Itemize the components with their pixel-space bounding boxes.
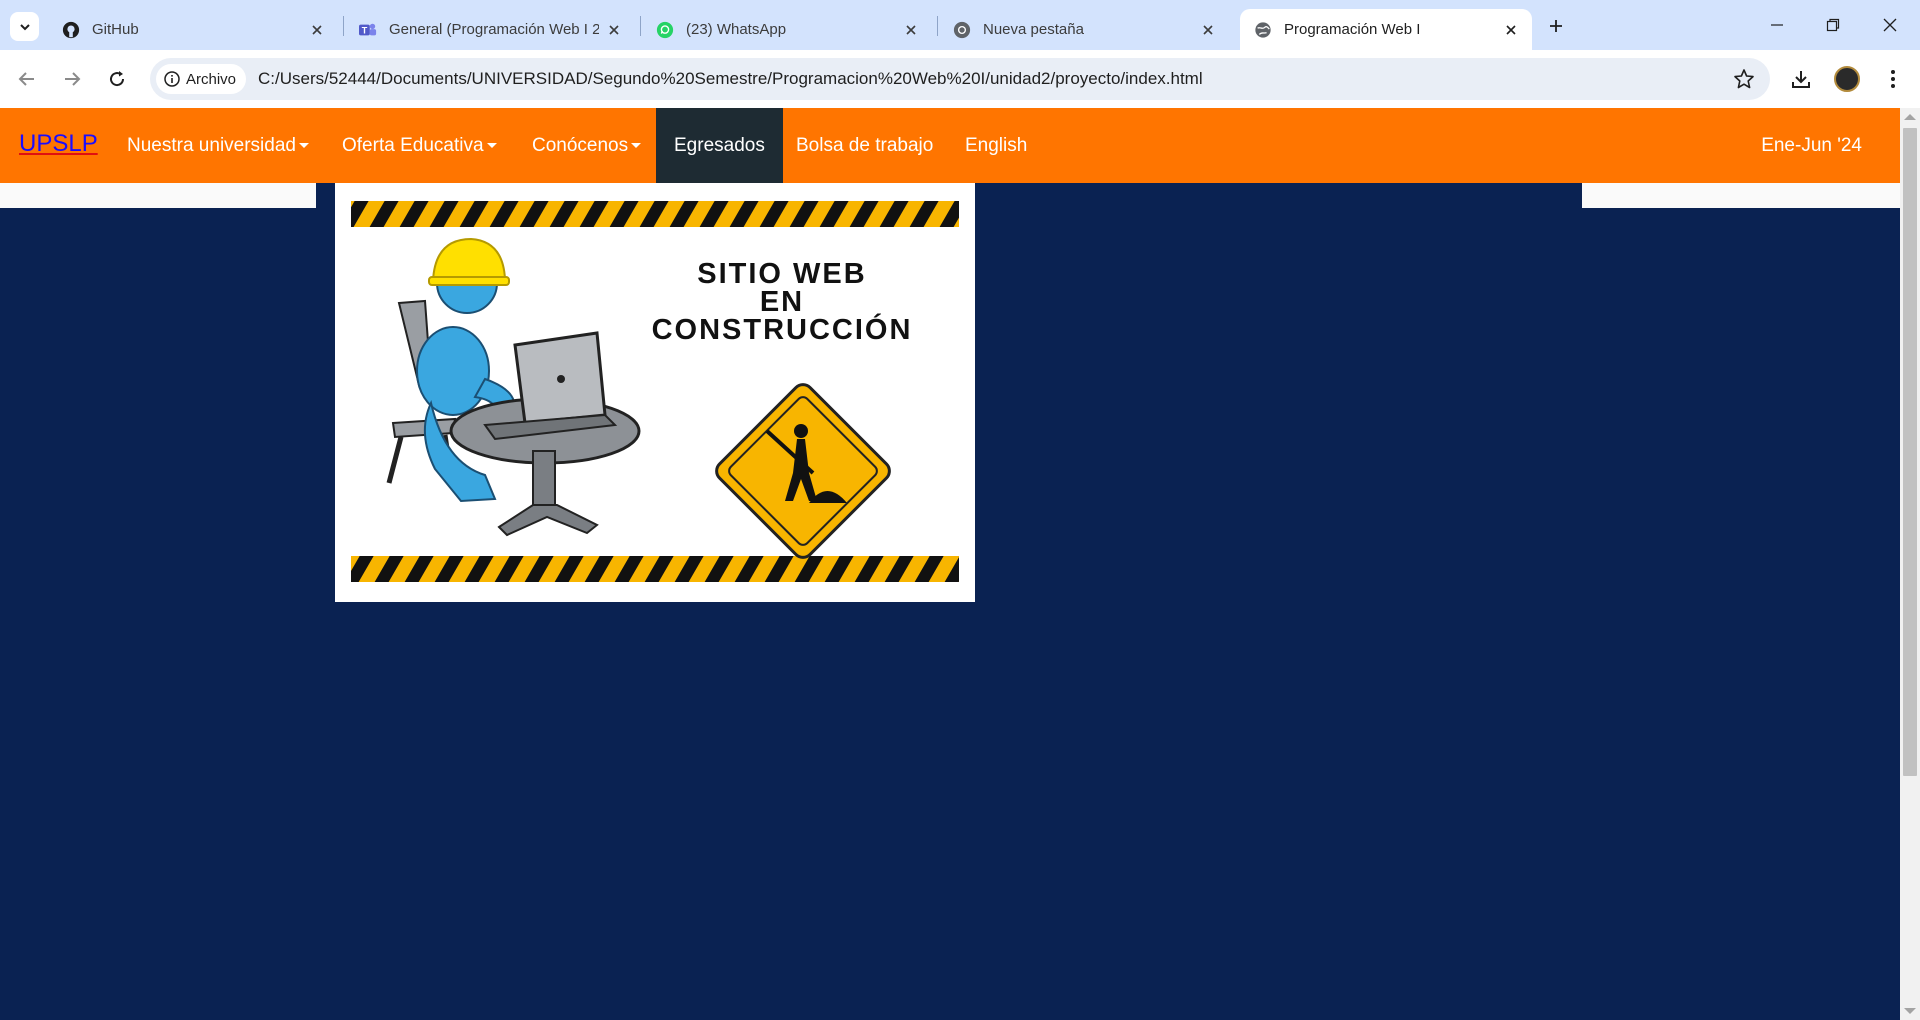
tab-separator [640,16,641,36]
download-icon [1792,71,1810,88]
close-icon[interactable] [1199,21,1217,39]
arrow-right-icon [65,72,81,86]
under-construction-banner: SITIO WEB EN CONSTRUCCIÓN [335,183,975,602]
term-label: Ene-Jun '24 [1761,135,1862,156]
whatsapp-icon [656,21,674,39]
menu-button[interactable] [1878,64,1908,94]
arrow-left-icon [18,72,34,86]
svg-text:T: T [362,25,368,35]
tab-title: (23) WhatsApp [686,21,787,38]
site-navbar: UPSLP Nuestra universidad Oferta Educati… [0,108,1900,183]
tab-strip: GitHub T General (Programación Web I 2… … [0,0,1920,50]
site-info-chip[interactable]: Archivo [156,64,247,94]
back-button[interactable] [12,64,42,94]
nav-bolsa-de-trabajo[interactable]: Bolsa de trabajo [796,108,933,183]
tab-github[interactable]: GitHub [48,9,338,50]
nav-english[interactable]: English [965,108,1027,183]
reload-icon [110,71,125,87]
brand-link[interactable]: UPSLP [19,130,98,158]
close-icon[interactable] [1502,21,1520,39]
github-icon [62,21,80,39]
close-icon[interactable] [902,21,920,39]
scrollbar-thumb[interactable] [1903,128,1917,776]
nav-label: Oferta Educativa [342,135,484,156]
nav-label: English [965,135,1028,156]
tab-programacion-web[interactable]: Programación Web I [1240,9,1532,50]
nav-label: Conócenos [532,135,629,156]
restore-icon [1826,18,1840,32]
minimize-icon [1771,24,1783,26]
hazard-stripe-top [351,201,959,227]
caret-down-icon [486,143,497,149]
avatar [1834,66,1860,92]
close-icon[interactable] [605,21,623,39]
caret-down-icon [298,143,309,149]
url-text[interactable]: C:/Users/52444/Documents/UNIVERSIDAD/Seg… [258,58,1203,100]
hazard-stripe-bottom [351,556,959,582]
address-bar[interactable]: Archivo C:/Users/52444/Documents/UNIVERS… [150,58,1770,100]
tab-new-tab[interactable]: Nueva pestaña [939,9,1229,50]
new-tab-button[interactable] [1543,13,1569,39]
tab-teams[interactable]: T General (Programación Web I 2… [345,9,635,50]
chevron-down-icon [19,23,30,30]
reload-button[interactable] [102,64,132,94]
chrome-icon [953,21,971,39]
minimize-button[interactable] [1749,0,1805,50]
construction-sign-icon [715,383,891,559]
close-icon [1883,18,1897,32]
page-viewport: UPSLP Nuestra universidad Oferta Educati… [0,108,1900,1020]
globe-icon [1254,21,1272,39]
plus-icon [1550,20,1562,32]
left-strip [0,183,316,208]
nav-oferta-educativa[interactable]: Oferta Educativa [342,108,497,183]
teams-icon: T [359,21,377,39]
tab-title: General (Programación Web I 2… [389,21,599,38]
worker-illustration [386,237,641,537]
nav-conocenos[interactable]: Conócenos [532,108,642,183]
window-close-button[interactable] [1862,0,1918,50]
tab-title: Programación Web I [1284,21,1421,38]
info-icon [164,71,180,87]
page-scrollbar[interactable] [1900,108,1920,1020]
right-strip [1582,183,1900,208]
bookmark-star-icon[interactable] [1732,67,1756,91]
nav-egresados[interactable]: Egresados [656,108,783,183]
profile-button[interactable] [1832,64,1862,94]
tab-search-button[interactable] [10,12,39,41]
downloads-button[interactable] [1786,64,1816,94]
more-vertical-icon [1891,70,1895,88]
nav-nuestra-universidad[interactable]: Nuestra universidad [127,108,309,183]
scroll-down-icon[interactable] [1904,1008,1916,1014]
scroll-up-icon[interactable] [1904,114,1916,120]
nav-label: Egresados [674,135,765,156]
tab-title: Nueva pestaña [983,21,1084,38]
tab-separator [937,16,938,36]
tab-separator [343,16,344,36]
nav-label: Nuestra universidad [127,135,296,156]
site-info-label: Archivo [186,70,237,88]
nav-label: Bolsa de trabajo [796,135,934,156]
close-icon[interactable] [308,21,326,39]
forward-button[interactable] [57,64,87,94]
caret-down-icon [631,143,642,149]
tab-title: GitHub [92,21,139,38]
banner-line-3: CONSTRUCCIÓN [652,312,913,346]
restore-button[interactable] [1805,0,1861,50]
tab-whatsapp[interactable]: (23) WhatsApp [642,9,932,50]
browser-toolbar: Archivo C:/Users/52444/Documents/UNIVERS… [0,50,1920,108]
